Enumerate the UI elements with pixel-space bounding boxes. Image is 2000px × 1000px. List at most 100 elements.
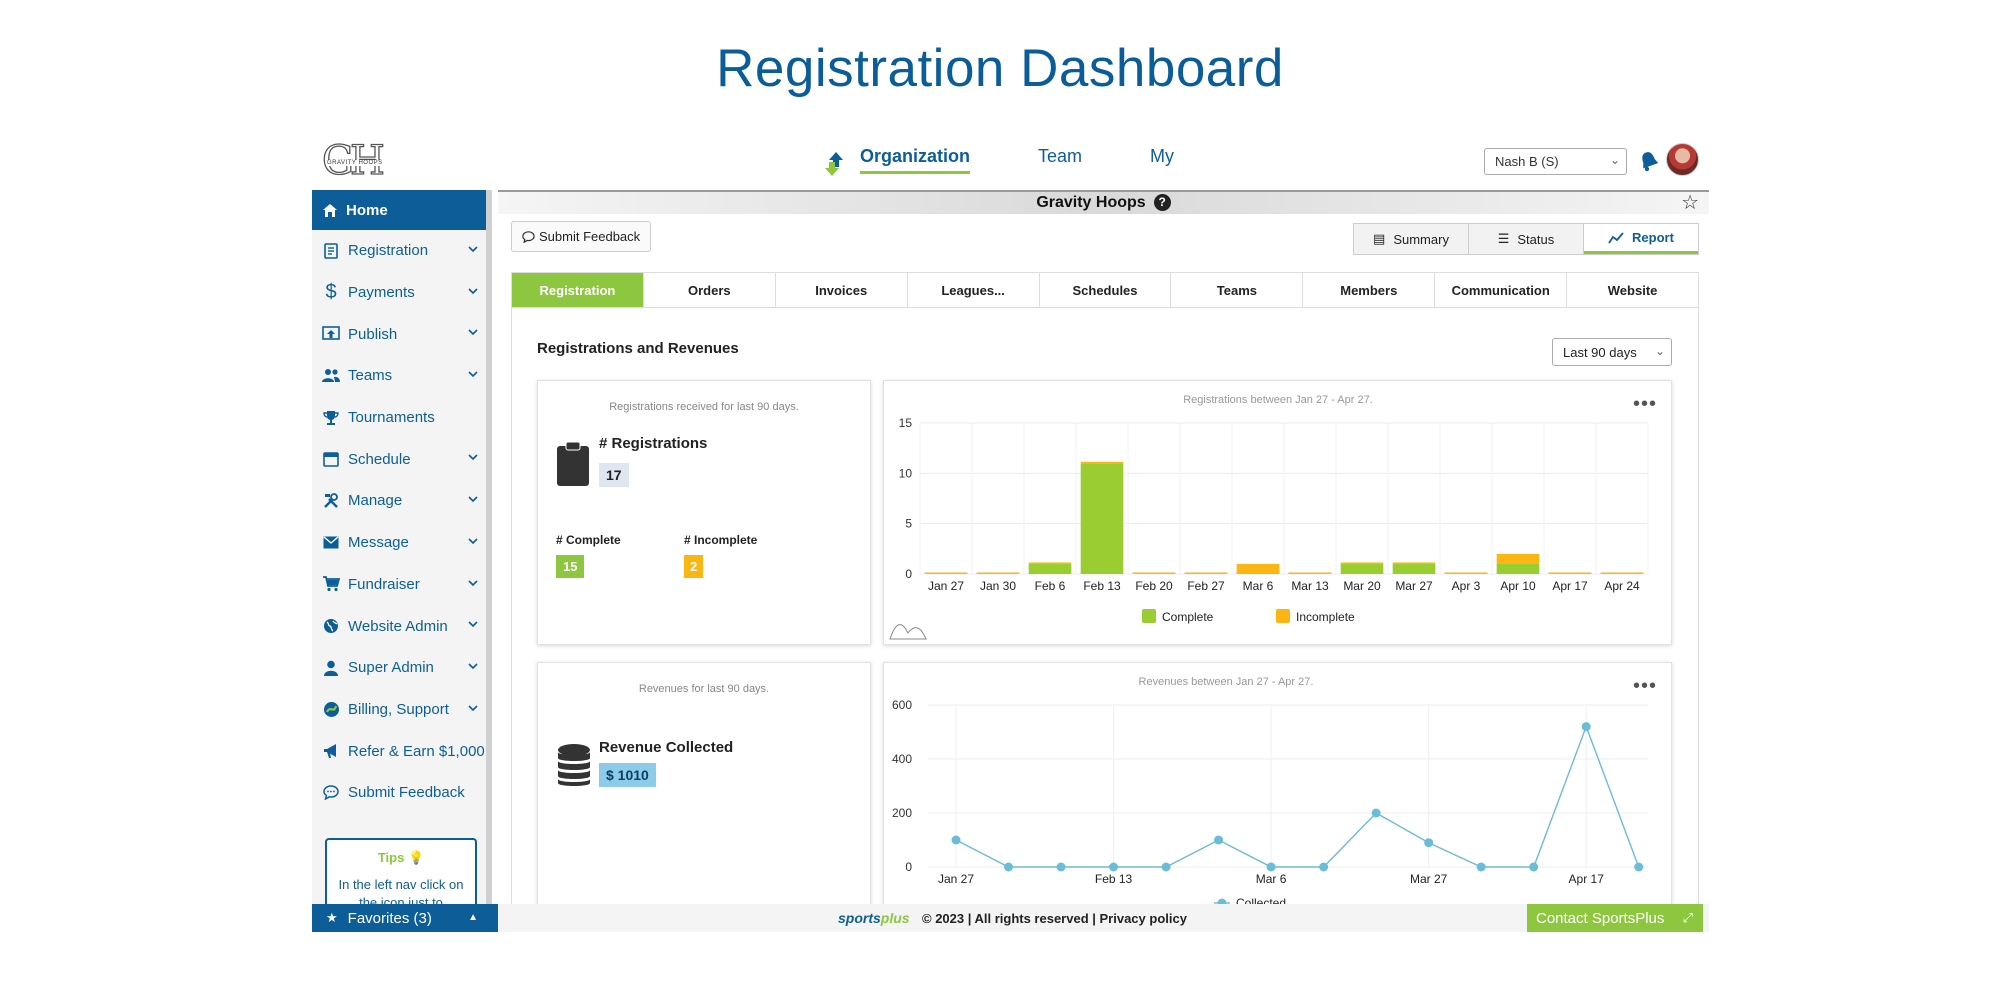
megaphone-icon — [322, 742, 340, 760]
data-point — [1529, 862, 1539, 872]
tab-website[interactable]: Website — [1567, 273, 1698, 307]
sidebar-item-refer-earn[interactable]: Refer & Earn $1,000 — [312, 730, 486, 772]
sidebar-item-message[interactable]: Message — [312, 522, 486, 564]
tab-orders[interactable]: Orders — [644, 273, 776, 307]
main-content: Gravity Hoops? ☆ Submit Feedback ▤ Summar… — [498, 190, 1709, 932]
tab-status[interactable]: ☰ Status — [1469, 224, 1584, 254]
sidebar-item-payments[interactable]: $ Payments — [312, 272, 486, 314]
tab-schedules[interactable]: Schedules — [1040, 273, 1172, 307]
revenue-value: $ 1010 — [599, 763, 656, 787]
bar-complete — [1392, 563, 1436, 574]
tab-report[interactable]: Report — [1584, 224, 1698, 254]
org-name: Gravity Hoops — [1036, 194, 1146, 211]
bar-incomplete — [976, 572, 1020, 574]
sidebar-item-super-admin[interactable]: Super Admin — [312, 647, 486, 689]
sidebar-item-billing-support[interactable]: Billing, Support — [312, 689, 486, 731]
publish-icon — [322, 325, 340, 343]
sidebar-item-publish[interactable]: Publish — [312, 313, 486, 355]
data-point — [1371, 808, 1381, 818]
y-tick-label: 400 — [892, 752, 912, 766]
panel-title: Registrations and Revenues — [537, 340, 739, 357]
contact-sportsplus-button[interactable]: Contact SportsPlus ⤢ — [1527, 904, 1703, 932]
bar-incomplete — [1600, 572, 1644, 574]
bar-incomplete — [1080, 461, 1124, 464]
submit-feedback-button[interactable]: Submit Feedback — [511, 221, 652, 252]
revenue-line-chart: Revenues between Jan 27 - Apr 27. 0 200 400… — [892, 676, 1648, 910]
chart-menu-icon[interactable]: ••• — [1633, 676, 1657, 696]
trend-icon — [1608, 231, 1624, 243]
chevron-down-icon — [468, 371, 478, 378]
chart-menu-icon[interactable]: ••• — [1633, 394, 1657, 414]
footer-copyright: © 2023 | All rights reserved | Privacy p… — [922, 911, 1187, 926]
sidebar-item-home[interactable]: Home — [312, 190, 486, 230]
data-point — [1476, 862, 1486, 872]
person-icon — [322, 659, 340, 677]
registrations-card: Registrations received for last 90 days.… — [537, 380, 871, 645]
tab-registration[interactable]: Registration — [512, 273, 644, 307]
tab-invoices[interactable]: Invoices — [776, 273, 908, 307]
home-icon — [323, 203, 337, 217]
sidebar: Home Registration $ Payments Publish Tea… — [312, 190, 492, 932]
sidebar-item-schedule[interactable]: Schedule — [312, 438, 486, 480]
x-tick-label: Mar 27 — [1395, 579, 1433, 593]
gravity-hoops-logo[interactable]: GH GRAVITY HOOPS — [321, 137, 402, 184]
chevron-up-icon: ▲ — [468, 912, 478, 923]
y-tick-label: 0 — [905, 860, 912, 874]
data-point — [1214, 835, 1224, 845]
sidebar-item-teams[interactable]: Teams — [312, 355, 486, 397]
clipboard-icon — [557, 441, 589, 486]
avatar[interactable] — [1666, 143, 1699, 176]
sidebar-item-tournaments[interactable]: Tournaments — [312, 397, 486, 439]
user-select[interactable]: Nash B (S) ⌄ — [1484, 148, 1627, 175]
sportsplus-logo[interactable]: sportsplus — [838, 910, 910, 926]
tab-members[interactable]: Members — [1303, 273, 1436, 307]
date-range-select[interactable]: Last 90 days ⌄ — [1552, 338, 1672, 366]
sidebar-item-submit-feedback[interactable]: Submit Feedback — [312, 772, 486, 814]
registrations-value: 17 — [599, 463, 629, 487]
x-tick-label: Feb 13 — [1083, 579, 1121, 593]
y-tick-label: 10 — [899, 466, 913, 480]
y-tick-label: 200 — [892, 806, 912, 820]
org-switch-icon[interactable] — [824, 150, 846, 178]
lightbulb-icon: 💡 — [407, 850, 425, 865]
legend-label: Complete — [1162, 610, 1214, 624]
bar-incomplete — [1184, 572, 1228, 574]
bar-incomplete — [1444, 572, 1488, 574]
favorites-bar[interactable]: ★ Favorites (3) ▲ — [312, 904, 498, 932]
registrations-label: # Registrations — [599, 435, 708, 452]
nav-team[interactable]: Team — [1038, 146, 1082, 171]
page-title: Registration Dashboard — [716, 39, 1284, 98]
tab-summary[interactable]: ▤ Summary — [1354, 224, 1469, 254]
calendar-icon — [322, 450, 340, 468]
star-icon: ★ — [326, 910, 338, 925]
clipboard-icon — [322, 242, 340, 260]
x-tick-label: Mar 20 — [1343, 579, 1381, 593]
y-tick-label: 5 — [905, 517, 912, 531]
tab-teams[interactable]: Teams — [1171, 273, 1304, 307]
chevron-down-icon — [468, 579, 478, 586]
nav-my[interactable]: My — [1150, 146, 1174, 171]
sidebar-item-manage[interactable]: Manage — [312, 480, 486, 522]
x-tick-label: Mar 13 — [1291, 579, 1329, 593]
tab-leagues[interactable]: Leagues... — [908, 273, 1040, 307]
data-point — [1004, 862, 1014, 872]
favorite-star-icon[interactable]: ☆ — [1681, 193, 1699, 213]
help-icon[interactable]: ? — [1153, 194, 1171, 211]
x-tick-label: Feb 6 — [1035, 579, 1066, 593]
chevron-down-icon: ⌄ — [1654, 344, 1665, 358]
data-point — [951, 835, 961, 845]
coins-icon — [558, 744, 590, 786]
sidebar-item-website-admin[interactable]: Website Admin — [312, 605, 486, 647]
sidebar-item-registration[interactable]: Registration — [312, 230, 486, 272]
tab-communication[interactable]: Communication — [1435, 273, 1568, 307]
nav-organization[interactable]: Organization — [860, 146, 971, 174]
notification-bell-icon[interactable] — [1639, 150, 1659, 172]
sidebar-item-fundraiser[interactable]: Fundraiser — [312, 564, 486, 606]
top-bar: GH GRAVITY HOOPS Organization Team My Na… — [312, 132, 1709, 190]
document-icon: ▤ — [1373, 231, 1386, 246]
registrations-chart-card: ••• Registrations between Jan 27 - Apr 2… — [883, 380, 1672, 645]
context-nav: Organization Team My — [824, 146, 1242, 180]
chart-type-icon — [889, 624, 927, 640]
bar-incomplete — [1340, 562, 1384, 564]
chevron-down-icon — [468, 246, 478, 253]
